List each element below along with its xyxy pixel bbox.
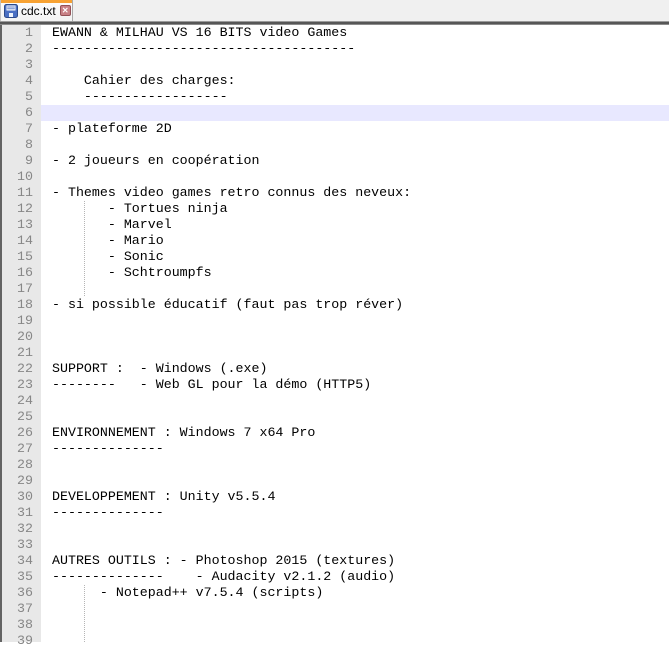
line-number[interactable]: 15 bbox=[2, 249, 33, 265]
tab-title: cdc.txt bbox=[21, 4, 56, 18]
line-number[interactable]: 2 bbox=[2, 41, 33, 57]
editor-line: - 2 joueurs en coopération bbox=[41, 153, 669, 169]
editor-line bbox=[41, 457, 669, 473]
line-number[interactable]: 28 bbox=[2, 457, 33, 473]
editor-line: - Schtroumpfs bbox=[41, 265, 669, 281]
editor-line: - Marvel bbox=[41, 217, 669, 233]
line-number[interactable]: 18 bbox=[2, 297, 33, 313]
line-number[interactable]: 9 bbox=[2, 153, 33, 169]
line-number[interactable]: 11 bbox=[2, 185, 33, 201]
line-number[interactable]: 26 bbox=[2, 425, 33, 441]
line-number[interactable]: 29 bbox=[2, 473, 33, 489]
editor-line: -------------------------------------- bbox=[41, 41, 669, 57]
editor-line bbox=[41, 329, 669, 345]
tab-bar: cdc.txt ✕ bbox=[0, 0, 669, 21]
editor-line bbox=[41, 521, 669, 537]
line-number[interactable]: 13 bbox=[2, 217, 33, 233]
line-number[interactable]: 12 bbox=[2, 201, 33, 217]
editor-line bbox=[41, 169, 669, 185]
editor-line bbox=[41, 473, 669, 489]
editor-line: DEVELOPPEMENT : Unity v5.5.4 bbox=[41, 489, 669, 505]
active-tab-accent bbox=[1, 0, 72, 3]
line-number[interactable]: 17 bbox=[2, 281, 33, 297]
editor-line bbox=[41, 409, 669, 425]
line-number[interactable]: 21 bbox=[2, 345, 33, 361]
line-number[interactable]: 33 bbox=[2, 537, 33, 553]
editor-line bbox=[41, 57, 669, 73]
editor-line bbox=[41, 313, 669, 329]
line-number[interactable]: 19 bbox=[2, 313, 33, 329]
editor-line: - Tortues ninja bbox=[41, 201, 669, 217]
tab-cdc-txt[interactable]: cdc.txt ✕ bbox=[0, 0, 73, 21]
editor-line: -------- - Web GL pour la démo (HTTP5) bbox=[41, 377, 669, 393]
editor-line bbox=[41, 601, 669, 617]
editor: 1234567891011121314151617181920212223242… bbox=[0, 25, 669, 642]
line-number[interactable]: 34 bbox=[2, 553, 33, 569]
line-number[interactable]: 4 bbox=[2, 73, 33, 89]
editor-line: - Themes video games retro connus des ne… bbox=[41, 185, 669, 201]
line-number[interactable]: 8 bbox=[2, 137, 33, 153]
line-number[interactable]: 32 bbox=[2, 521, 33, 537]
line-number[interactable]: 25 bbox=[2, 409, 33, 425]
line-number[interactable]: 20 bbox=[2, 329, 33, 345]
line-number[interactable]: 22 bbox=[2, 361, 33, 377]
editor-line: - Mario bbox=[41, 233, 669, 249]
line-number[interactable]: 23 bbox=[2, 377, 33, 393]
text-editor-area[interactable]: EWANN & MILHAU VS 16 BITS video Games---… bbox=[41, 25, 669, 642]
editor-line: -------------- bbox=[41, 505, 669, 521]
notepadpp-window: { "window": { "tab": { "title": "cdc.txt… bbox=[0, 0, 669, 642]
editor-line: - si possible éducatif (faut pas trop ré… bbox=[41, 297, 669, 313]
line-number[interactable]: 35 bbox=[2, 569, 33, 585]
application-window: cdc.txt ✕ 123456789101112131415161718192… bbox=[0, 0, 669, 642]
editor-line bbox=[41, 137, 669, 153]
line-number[interactable]: 36 bbox=[2, 585, 33, 601]
line-number[interactable]: 30 bbox=[2, 489, 33, 505]
editor-line bbox=[41, 633, 669, 642]
saved-file-floppy-icon bbox=[4, 4, 18, 18]
editor-line: AUTRES OUTILS : - Photoshop 2015 (textur… bbox=[41, 553, 669, 569]
line-number[interactable]: 1 bbox=[2, 25, 33, 41]
line-number[interactable]: 37 bbox=[2, 601, 33, 617]
editor-line: -------------- - Audacity v2.1.2 (audio) bbox=[41, 569, 669, 585]
editor-line: Cahier des charges: bbox=[41, 73, 669, 89]
line-number[interactable]: 5 bbox=[2, 89, 33, 105]
line-number[interactable]: 6 bbox=[2, 105, 33, 121]
editor-line: -------------- bbox=[41, 441, 669, 457]
editor-line: - plateforme 2D bbox=[41, 121, 669, 137]
line-number[interactable]: 7 bbox=[2, 121, 33, 137]
editor-line: ------------------ bbox=[41, 89, 669, 105]
editor-line bbox=[41, 345, 669, 361]
line-number[interactable]: 3 bbox=[2, 57, 33, 73]
editor-line bbox=[41, 105, 669, 121]
line-number[interactable]: 24 bbox=[2, 393, 33, 409]
line-number[interactable]: 39 bbox=[2, 633, 33, 649]
line-number[interactable]: 31 bbox=[2, 505, 33, 521]
editor-line bbox=[41, 281, 669, 297]
tab-close-icon[interactable]: ✕ bbox=[60, 5, 71, 16]
editor-line bbox=[41, 617, 669, 633]
editor-line: - Notepad++ v7.5.4 (scripts) bbox=[41, 585, 669, 601]
line-number-gutter[interactable]: 1234567891011121314151617181920212223242… bbox=[2, 25, 41, 642]
line-number[interactable]: 14 bbox=[2, 233, 33, 249]
line-number[interactable]: 16 bbox=[2, 265, 33, 281]
line-number[interactable]: 10 bbox=[2, 169, 33, 185]
line-number[interactable]: 27 bbox=[2, 441, 33, 457]
editor-line bbox=[41, 537, 669, 553]
editor-line: - Sonic bbox=[41, 249, 669, 265]
line-number[interactable]: 38 bbox=[2, 617, 33, 633]
editor-line: ENVIRONNEMENT : Windows 7 x64 Pro bbox=[41, 425, 669, 441]
editor-line: EWANN & MILHAU VS 16 BITS video Games bbox=[41, 25, 669, 41]
editor-line: SUPPORT : - Windows (.exe) bbox=[41, 361, 669, 377]
editor-line bbox=[41, 393, 669, 409]
